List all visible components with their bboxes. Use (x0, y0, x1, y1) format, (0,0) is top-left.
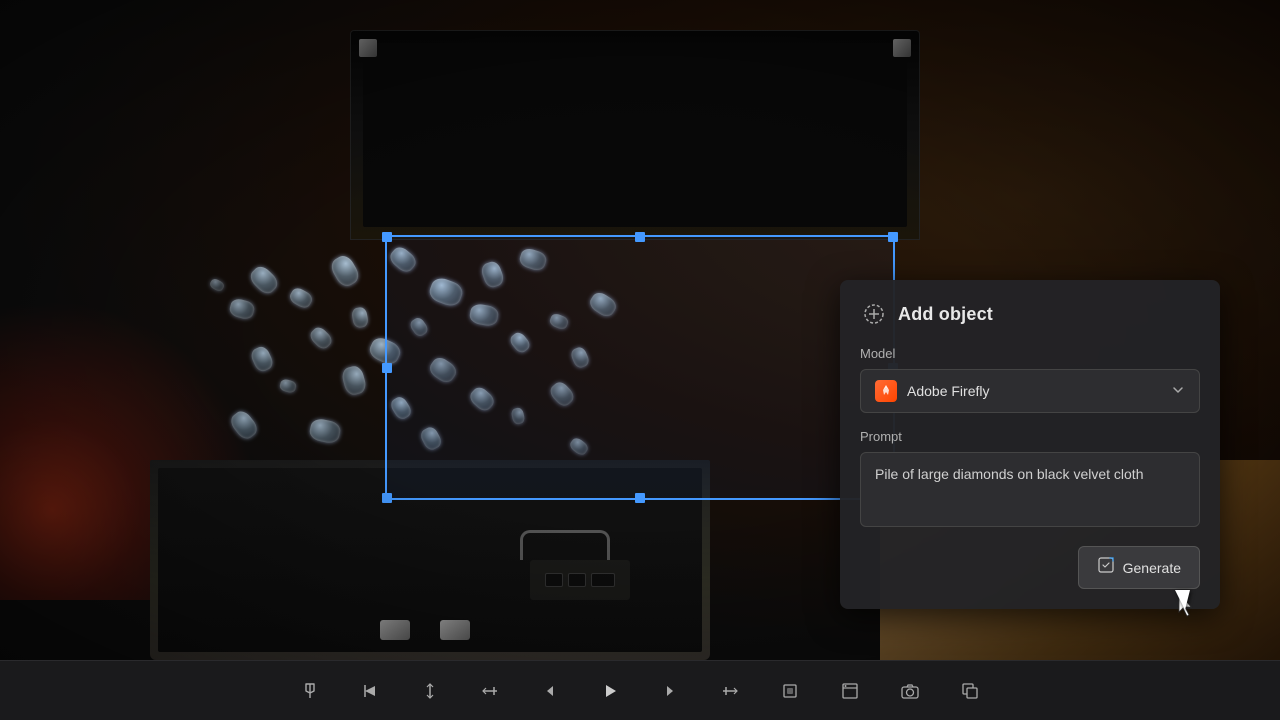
play-button[interactable] (594, 675, 626, 707)
briefcase-ports (530, 560, 630, 600)
generate-icon (1097, 556, 1115, 579)
camera-button[interactable] (894, 675, 926, 707)
model-dropdown[interactable]: Adobe Firefly (860, 369, 1200, 413)
briefcase-body (150, 460, 710, 660)
chevron-down-icon (1171, 383, 1185, 400)
marker-tool-button[interactable] (294, 675, 326, 707)
add-object-panel: Add object Model Adobe Firefly Pro (840, 280, 1220, 609)
panel-title: Add object (898, 304, 993, 325)
expand-right-button[interactable] (714, 675, 746, 707)
model-name: Adobe Firefly (907, 383, 989, 399)
prompt-input[interactable] (860, 452, 1200, 527)
briefcase-lid (350, 30, 920, 240)
panel-header: Add object (860, 300, 1200, 328)
diamonds-pile (170, 240, 690, 460)
fit-window-button[interactable] (834, 675, 866, 707)
generate-label: Generate (1123, 560, 1181, 576)
panel-footer: Generate (860, 546, 1200, 589)
model-dropdown-left: Adobe Firefly (875, 380, 989, 402)
prompt-label: Prompt (860, 429, 1200, 444)
vertical-tool-button[interactable] (414, 675, 446, 707)
expand-left-button[interactable] (474, 675, 506, 707)
prev-frame-button[interactable] (534, 675, 566, 707)
add-object-icon (860, 300, 888, 328)
canvas-area: Add object Model Adobe Firefly Pro (0, 0, 1280, 660)
bottom-toolbar (0, 660, 1280, 720)
generate-button[interactable]: Generate (1078, 546, 1200, 589)
firefly-logo (875, 380, 897, 402)
trim-start-button[interactable] (354, 675, 386, 707)
export-button[interactable] (954, 675, 986, 707)
model-label: Model (860, 346, 1200, 361)
briefcase-handle (520, 530, 610, 560)
fit-frame-button[interactable] (774, 675, 806, 707)
next-frame-button[interactable] (654, 675, 686, 707)
